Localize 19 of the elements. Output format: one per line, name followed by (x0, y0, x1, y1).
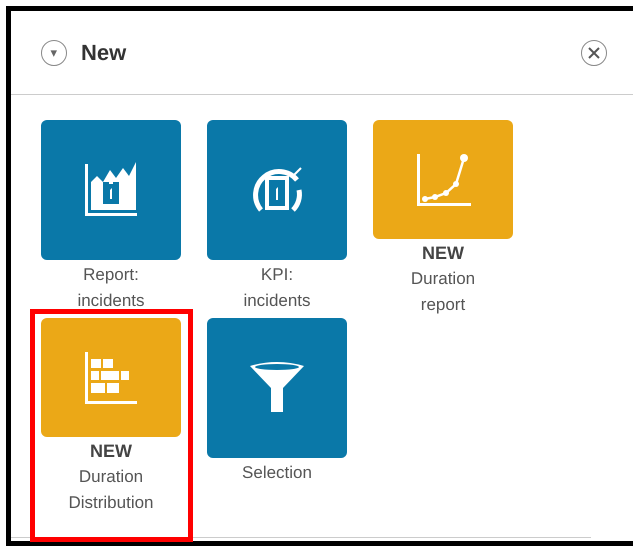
tile-button[interactable] (207, 120, 347, 260)
close-button[interactable] (581, 40, 607, 66)
area-chart-icon (83, 162, 139, 218)
tile-label: Duration Distribution (68, 466, 154, 514)
panel-title: New (81, 39, 126, 67)
tile-label: Report: incidents (77, 264, 145, 312)
bar-chart-icon (83, 350, 139, 406)
tile-button[interactable] (41, 318, 181, 437)
new-label: NEW (90, 440, 132, 463)
tile-button[interactable] (41, 120, 181, 260)
close-icon (588, 46, 600, 58)
tile-label: KPI: incidents (243, 264, 311, 312)
tile-label: Selection (242, 462, 312, 484)
tile-button[interactable] (373, 120, 513, 239)
collapse-button[interactable]: ▾ (41, 40, 67, 66)
tile-label: Duration report (410, 268, 476, 316)
curve-chart-icon (415, 152, 471, 208)
tile-button[interactable] (207, 318, 347, 458)
new-label: NEW (422, 242, 464, 265)
